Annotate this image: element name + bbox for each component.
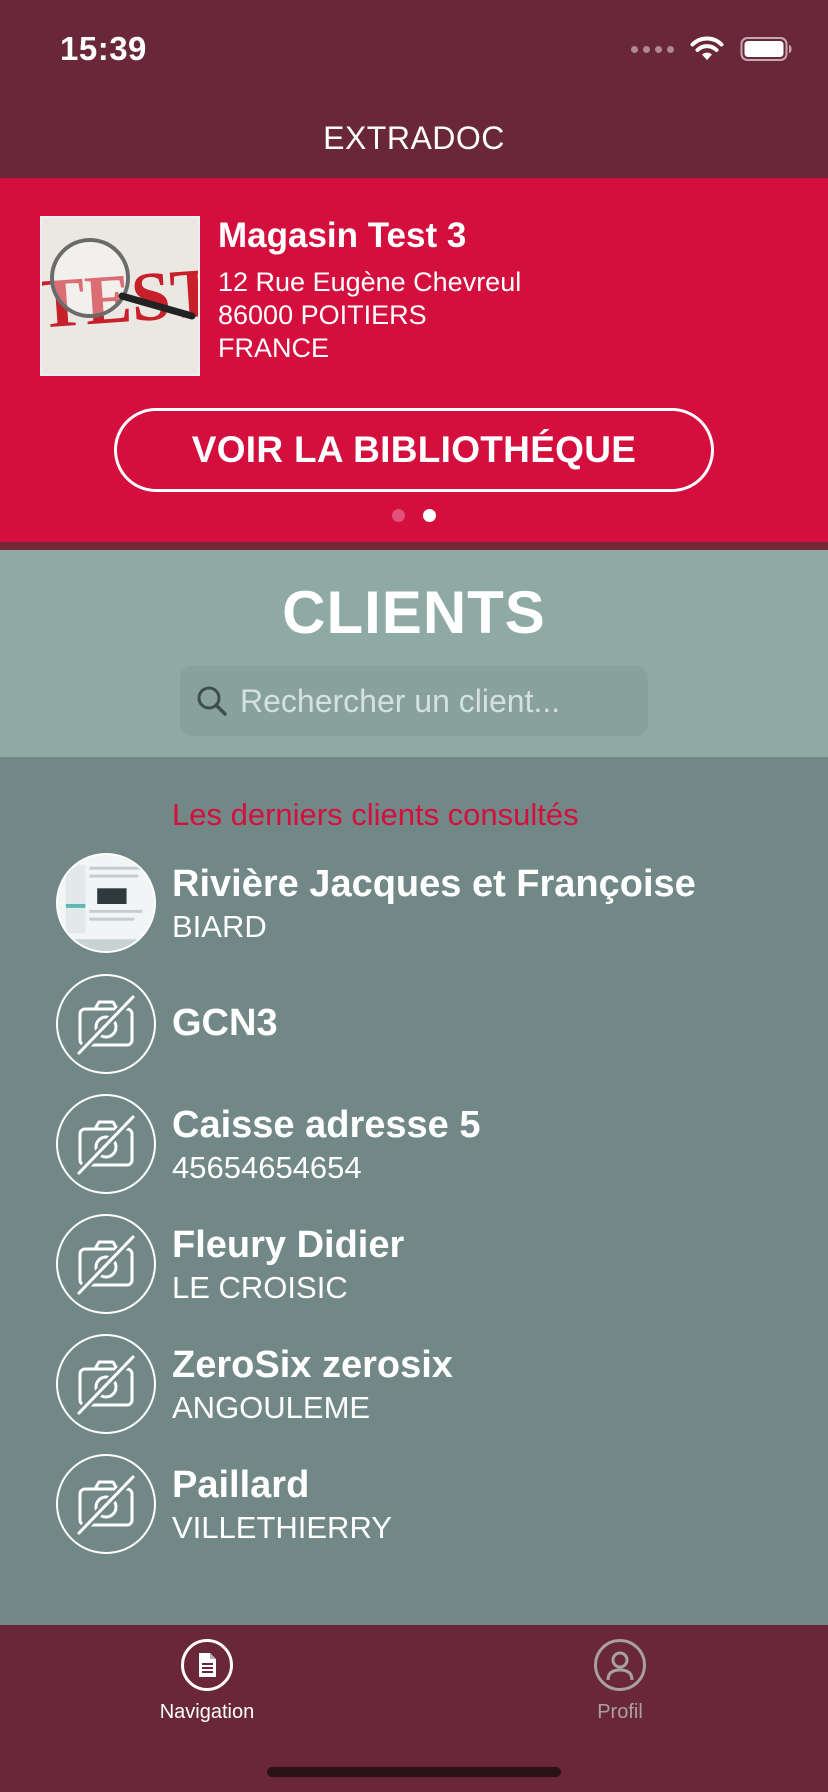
search-icon [197,686,227,716]
battery-icon [740,37,792,61]
client-name: ZeroSix zerosix [172,1344,453,1386]
client-name: Caisse adresse 5 [172,1104,481,1146]
signal-icon [631,45,674,53]
no-photo-icon [56,1334,156,1434]
client-row[interactable]: Paillard VILLETHIERRY [56,1454,816,1554]
store-card[interactable]: TEST Magasin Test 3 12 Rue Eugène Chevre… [0,178,828,542]
wifi-icon [690,36,724,60]
store-address-city: 86000 POITIERS [218,300,427,330]
home-indicator [267,1767,561,1777]
search-box[interactable] [180,666,648,736]
client-city: 45654654654 [172,1150,362,1185]
no-photo-icon [56,1454,156,1554]
page-dot-2[interactable] [423,509,436,522]
client-row[interactable]: Fleury Didier LE CROISIC [56,1214,816,1314]
no-photo-icon [56,1214,156,1314]
tab-profil[interactable]: Profil [520,1639,720,1724]
client-city: LE CROISIC [172,1270,348,1305]
recent-clients-label: Les derniers clients consultés [172,797,579,832]
store-thumbnail: TEST [40,216,200,376]
client-city: ANGOULEME [172,1390,371,1425]
client-avatar-photo [56,853,156,953]
store-name: Magasin Test 3 [218,216,467,255]
status-time: 15:39 [60,30,147,67]
client-city: BIARD [172,909,267,944]
user-icon [594,1639,646,1691]
nav-bar: EXTRADOC [0,98,828,178]
search-input[interactable] [240,682,640,720]
document-icon [181,1639,233,1691]
client-name: Rivière Jacques et Françoise [172,863,696,905]
client-row[interactable]: ZeroSix zerosix ANGOULEME [56,1334,816,1434]
client-city: VILLETHIERRY [172,1510,392,1545]
no-photo-icon [56,1094,156,1194]
app-title: EXTRADOC [323,119,505,156]
clients-list: Les derniers clients consultés Rivière J… [0,757,828,1625]
client-row[interactable]: GCN3 [56,974,816,1074]
tab-navigation[interactable]: Navigation [107,1639,307,1724]
page-dot-1[interactable] [392,509,405,522]
client-row[interactable]: Rivière Jacques et Françoise BIARD [56,853,816,953]
status-icons [631,36,792,62]
client-name: Fleury Didier [172,1224,405,1266]
client-row[interactable]: Caisse adresse 5 45654654654 [56,1094,816,1194]
store-info: Magasin Test 3 12 Rue Eugène Chevreul 86… [218,216,521,365]
client-name: GCN3 [172,1002,278,1044]
clients-header: CLIENTS [0,550,828,757]
page-indicator[interactable] [0,509,828,522]
view-library-button[interactable]: VOIR LA BIBLIOTHÉQUE [114,408,714,492]
tab-label: Profil [597,1701,643,1723]
store-address-street: 12 Rue Eugène Chevreul [218,267,522,297]
status-bar: 15:39 [0,0,828,98]
no-photo-icon [56,974,156,1074]
client-name: Paillard [172,1464,310,1506]
store-address-country: FRANCE [218,333,330,363]
tab-label: Navigation [159,1701,255,1723]
clients-title: CLIENTS [282,579,546,646]
